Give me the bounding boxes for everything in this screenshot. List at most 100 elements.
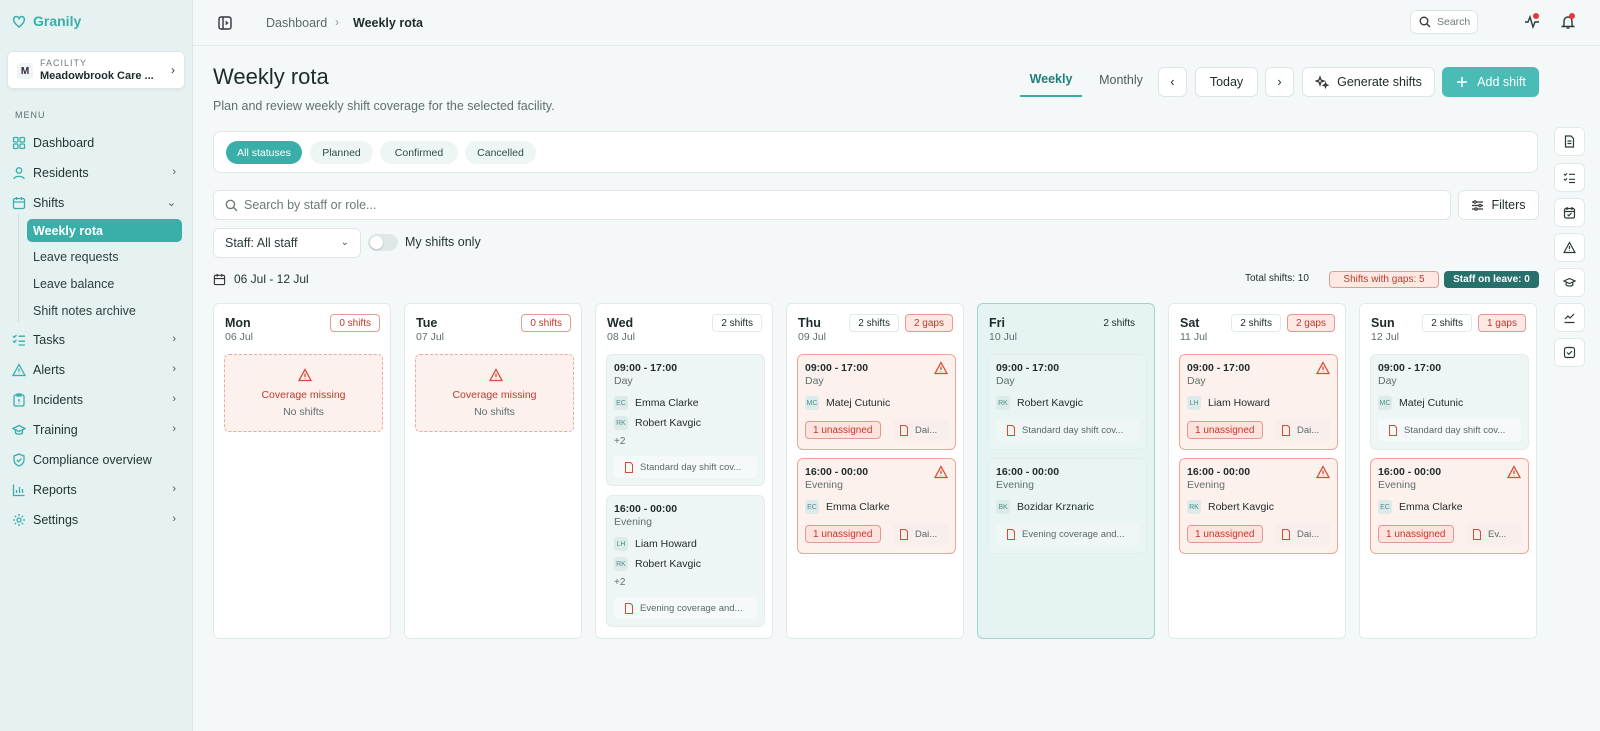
- staff-name: Matej Cutunic: [826, 397, 891, 409]
- avatar: EC: [614, 396, 628, 410]
- generate-shifts-button[interactable]: Generate shifts: [1302, 67, 1435, 97]
- shift-card[interactable]: 16:00 - 00:00 Evening BK Bozidar Krznaric…: [988, 458, 1147, 554]
- coverage-missing-card[interactable]: Coverage missing No shifts: [415, 354, 574, 432]
- shift-time: 09:00 - 17:00: [996, 362, 1060, 374]
- sidebar-subitem-shift-notes-archive[interactable]: Shift notes archive: [27, 299, 182, 322]
- shift-count-badge: 2 shifts: [849, 314, 899, 332]
- shift-time: 16:00 - 00:00: [1378, 466, 1442, 478]
- unassigned-badge[interactable]: 1 unassigned: [1187, 525, 1263, 543]
- shift-note[interactable]: Standard day shift cov...: [614, 456, 757, 478]
- more-staff-count[interactable]: +2: [614, 577, 625, 588]
- chevron-left-icon: ‹: [1170, 75, 1175, 89]
- rail-reports-button[interactable]: [1554, 303, 1585, 332]
- shift-note[interactable]: Evening coverage and...: [614, 597, 757, 619]
- sidebar-subitem-weekly-rota[interactable]: Weekly rota: [27, 219, 182, 242]
- sidebar-item-tasks[interactable]: Tasks ›: [12, 328, 182, 352]
- shift-note[interactable]: Standard day shift cov...: [1378, 419, 1521, 441]
- warning-icon: [1506, 465, 1522, 479]
- shift-note[interactable]: Dai...: [893, 419, 949, 441]
- status-chip-cancelled[interactable]: Cancelled: [465, 141, 536, 164]
- shift-note[interactable]: Dai...: [893, 523, 949, 545]
- more-staff-count[interactable]: +2: [614, 436, 625, 447]
- rail-training-button[interactable]: [1554, 268, 1585, 297]
- shift-note[interactable]: Evening coverage and...: [996, 523, 1139, 545]
- shift-note[interactable]: Dai...: [1275, 419, 1331, 441]
- staff-filter-select[interactable]: Staff: All staff ⌄: [213, 228, 361, 258]
- sidebar-item-shifts[interactable]: Shifts ⌄: [12, 191, 182, 215]
- shift-note[interactable]: Standard day shift cov...: [996, 419, 1139, 441]
- sidebar-toggle-icon[interactable]: [217, 15, 233, 31]
- breadcrumb-dashboard[interactable]: Dashboard: [266, 16, 327, 30]
- breadcrumb-separator-icon: ›: [335, 15, 339, 29]
- unassigned-badge[interactable]: 1 unassigned: [1187, 421, 1263, 439]
- plus-icon: [1455, 75, 1469, 89]
- rail-checklist-button[interactable]: [1554, 163, 1585, 192]
- gap-count-badge: 2 gaps: [1286, 314, 1335, 332]
- filters-button[interactable]: Filters: [1458, 190, 1539, 220]
- shift-card[interactable]: 16:00 - 00:00 Evening EC Emma Clarke 1 un…: [1370, 458, 1529, 554]
- tab-weekly[interactable]: Weekly: [1020, 62, 1082, 97]
- sidebar-item-alerts[interactable]: Alerts ›: [12, 358, 182, 382]
- rail-calendar-button[interactable]: [1554, 198, 1585, 227]
- sidebar-item-settings[interactable]: Settings ›: [12, 508, 182, 532]
- sidebar-item-compliance-overview[interactable]: Compliance overview: [12, 448, 182, 472]
- prev-week-button[interactable]: ‹: [1158, 67, 1187, 97]
- shift-card[interactable]: 09:00 - 17:00 Day MC Matej Cutunic Standa…: [1370, 354, 1529, 450]
- shift-time: 16:00 - 00:00: [614, 503, 678, 515]
- shift-card[interactable]: 16:00 - 00:00 Evening RK Robert Kavgic 1 …: [1179, 458, 1338, 554]
- sidebar-item-incidents[interactable]: Incidents ›: [12, 388, 182, 412]
- staff-filter-value: Staff: All staff: [225, 236, 298, 250]
- rail-tasks-button[interactable]: [1554, 338, 1585, 367]
- warning-icon: [1315, 465, 1331, 479]
- shift-card[interactable]: 09:00 - 17:00 Day EC Emma Clarke RK Robert…: [606, 354, 765, 486]
- sidebar-subitem-leave-balance[interactable]: Leave balance: [27, 272, 182, 295]
- tab-monthly[interactable]: Monthly: [1090, 62, 1152, 97]
- staff-row: EC Emma Clarke: [1378, 500, 1463, 514]
- shift-card[interactable]: 09:00 - 17:00 Day LH Liam Howard 1 unassi…: [1179, 354, 1338, 450]
- my-shifts-toggle[interactable]: [368, 234, 398, 251]
- today-button[interactable]: Today: [1195, 67, 1258, 97]
- app-logo[interactable]: Granily: [11, 13, 81, 29]
- status-chip-all[interactable]: All statuses: [226, 141, 302, 164]
- shift-note-text: Evening coverage and...: [640, 602, 743, 614]
- rail-document-button[interactable]: [1554, 127, 1585, 156]
- gap-count-badge: 2 gaps: [904, 314, 953, 332]
- unassigned-badge[interactable]: 1 unassigned: [1378, 525, 1454, 543]
- sidebar-item-reports[interactable]: Reports ›: [12, 478, 182, 502]
- staff-row: RK Robert Kavgic: [614, 557, 701, 571]
- my-shifts-label: My shifts only: [405, 235, 481, 249]
- shift-note-text: Dai...: [1297, 424, 1320, 436]
- breadcrumb-current: Weekly rota: [353, 16, 423, 30]
- add-shift-button[interactable]: Add shift: [1442, 67, 1539, 97]
- sidebar-item-training[interactable]: Training ›: [12, 418, 182, 442]
- staff-search-input[interactable]: [244, 191, 1434, 219]
- status-chip-planned[interactable]: Planned: [310, 141, 373, 164]
- facility-switcher[interactable]: M FACILITY Meadowbrook Care ... ›: [7, 51, 185, 89]
- sidebar-item-label: Training: [33, 423, 78, 437]
- unassigned-badge[interactable]: 1 unassigned: [805, 421, 881, 439]
- day-name: Sat: [1180, 316, 1200, 330]
- shift-card[interactable]: 16:00 - 00:00 Evening LH Liam Howard RK Ro…: [606, 495, 765, 627]
- status-chip-confirmed[interactable]: Confirmed: [380, 141, 458, 164]
- page-title: Weekly rota: [213, 64, 329, 89]
- shift-card[interactable]: 16:00 - 00:00 Evening EC Emma Clarke 1 un…: [797, 458, 956, 554]
- staff-name: Robert Kavgic: [635, 558, 701, 570]
- shift-note[interactable]: Dai...: [1275, 523, 1331, 545]
- global-search-button[interactable]: Search: [1410, 10, 1478, 34]
- next-week-button[interactable]: ›: [1265, 67, 1294, 97]
- toggle-knob: [370, 236, 383, 249]
- shift-card[interactable]: 09:00 - 17:00 Day MC Matej Cutunic 1 unas…: [797, 354, 956, 450]
- calendar-icon: [12, 196, 26, 210]
- sidebar-item-residents[interactable]: Residents ›: [12, 161, 182, 185]
- shift-note[interactable]: Ev...: [1466, 523, 1522, 545]
- rail-alerts-button[interactable]: [1554, 233, 1585, 262]
- filters-label: Filters: [1491, 198, 1526, 212]
- sidebar-subitem-leave-requests[interactable]: Leave requests: [27, 245, 182, 268]
- coverage-missing-card[interactable]: Coverage missing No shifts: [224, 354, 383, 432]
- staff-row: RK Robert Kavgic: [614, 416, 701, 430]
- shift-card[interactable]: 09:00 - 17:00 Day RK Robert Kavgic Standa…: [988, 354, 1147, 450]
- day-column-tue: Tue 07 Jul 0 shifts Coverage missing No …: [404, 303, 582, 639]
- unassigned-badge[interactable]: 1 unassigned: [805, 525, 881, 543]
- shift-time: 09:00 - 17:00: [1378, 362, 1442, 374]
- sidebar-item-dashboard[interactable]: Dashboard: [12, 131, 182, 155]
